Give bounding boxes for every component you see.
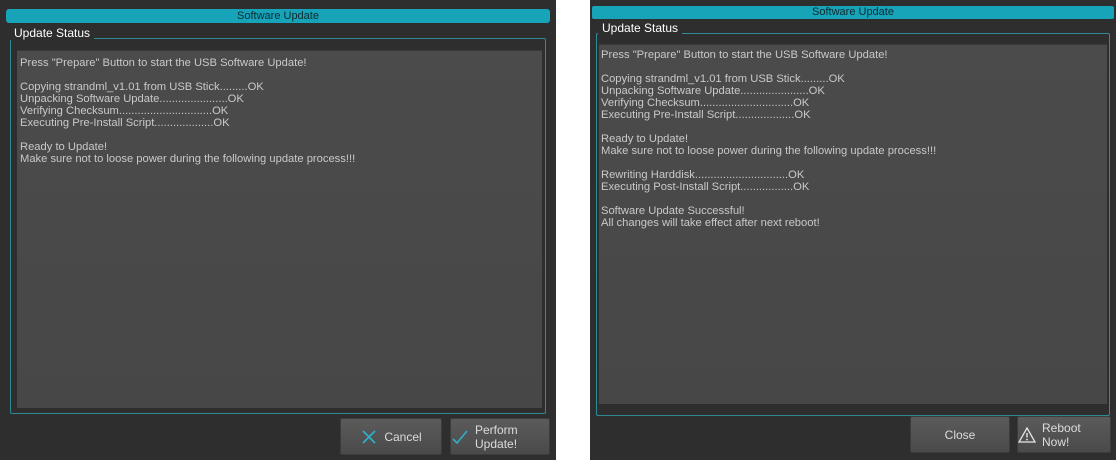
log-line: Verifying Checksum......................… [20,105,229,117]
log-line: Executing Pre-Install Script............… [20,117,230,129]
perform-update-button[interactable]: Perform Update! [450,418,550,455]
log-line: Software Update Successful! [601,205,745,217]
log-spacer [20,69,539,81]
log-spacer [20,129,539,141]
cancel-label: Cancel [384,429,422,444]
log-line: Ready to Update! [20,141,108,153]
x-icon [360,428,378,446]
log-spacer [601,193,1105,205]
group-label: Update Status [598,21,683,35]
log-line: All changes will take effect after next … [601,217,820,229]
log-line: Rewriting Harddisk......................… [601,169,805,181]
log-line: Unpacking Software Update...............… [601,85,825,97]
log-line: Make sure not to loose power during the … [20,153,356,165]
dialog-title-bar: Software Update [6,9,550,23]
log-line: Press "Prepare" Button to start the USB … [20,57,307,69]
dialog-title-bar: Software Update [592,6,1114,19]
log-spacer [601,157,1105,169]
reboot-now-button[interactable]: Reboot Now! [1017,416,1111,453]
log-line: Copying strandml_v1.01 from USB Stick...… [20,81,264,93]
group-label: Update Status [10,26,95,40]
close-button[interactable]: Close [910,416,1010,453]
reboot-now-label: Reboot Now! [1042,420,1081,449]
log-line: Make sure not to loose power during the … [601,145,937,157]
checkmark-icon [451,428,469,446]
log-line: Verifying Checksum......................… [601,97,810,109]
update-log: Press "Prepare" Button to start the USB … [599,44,1107,404]
log-line: Executing Pre-Install Script............… [601,109,811,121]
perform-update-label: Perform Update! [475,422,518,451]
software-update-dialog-before: Software Update Update Status Press "Pre… [0,0,556,460]
log-line: Press "Prepare" Button to start the USB … [601,49,888,61]
log-line: Executing Post-Install Script...........… [601,181,810,193]
warning-icon [1018,426,1036,444]
log-spacer [601,61,1105,73]
log-line: Ready to Update! [601,133,689,145]
log-spacer [601,121,1105,133]
cancel-button[interactable]: Cancel [340,418,442,455]
log-line: Copying strandml_v1.01 from USB Stick...… [601,73,845,85]
close-label: Close [944,427,976,442]
log-line: Unpacking Software Update...............… [20,93,244,105]
software-update-dialog-after: Software Update Update Status Press "Pre… [590,0,1116,460]
update-log: Press "Prepare" Button to start the USB … [17,50,542,408]
